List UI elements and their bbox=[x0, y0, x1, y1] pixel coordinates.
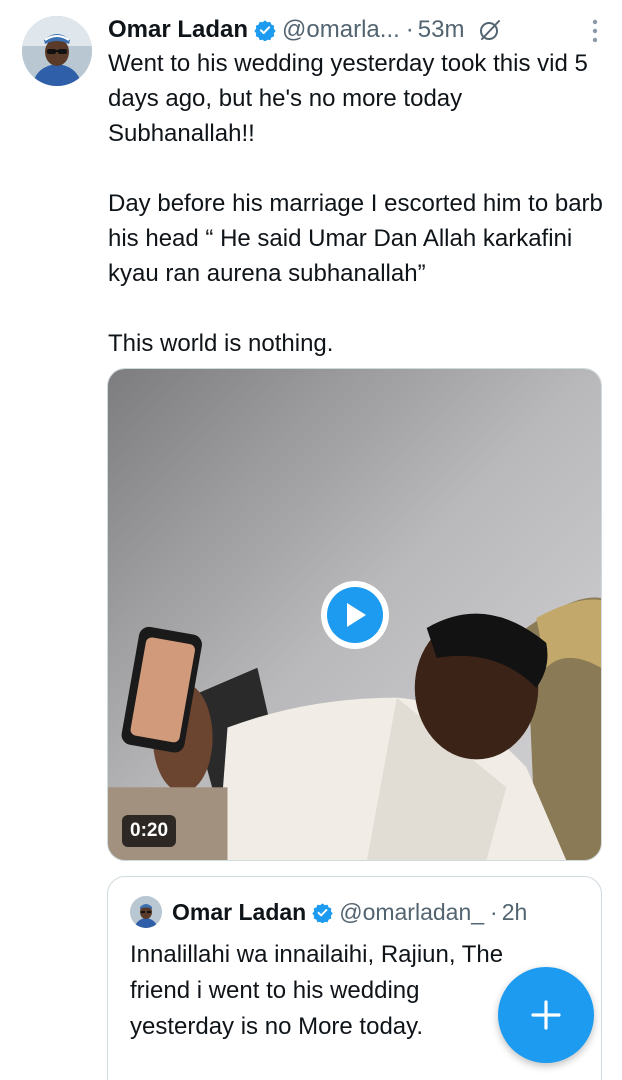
verified-badge-icon bbox=[254, 20, 276, 41]
quoted-tweet-header: Omar Ladan @omarladan_ · 2h bbox=[130, 895, 527, 929]
video-player[interactable]: 0:20 bbox=[107, 368, 602, 861]
tweet-text: Went to his wedding yesterday took this … bbox=[108, 50, 603, 357]
quoted-avatar bbox=[130, 896, 162, 928]
quoted-timestamp: 2h bbox=[501, 898, 528, 925]
tweet: Omar Ladan @omarla... · 53m Went to his … bbox=[0, 0, 622, 1080]
author-name[interactable]: Omar Ladan bbox=[108, 16, 248, 44]
author-handle[interactable]: @omarla... bbox=[282, 16, 400, 44]
verified-badge-icon bbox=[312, 902, 333, 923]
quoted-author-name: Omar Ladan bbox=[172, 898, 307, 925]
tweet-header: Omar Ladan @omarla... · 53m bbox=[108, 12, 602, 48]
avatar[interactable] bbox=[22, 16, 92, 86]
separator-dot: · bbox=[490, 898, 498, 925]
quoted-tweet-text: Innalillahi wa innailaihi, Rajiun, The f… bbox=[130, 941, 504, 1040]
timestamp[interactable]: 53m bbox=[418, 16, 465, 44]
play-icon bbox=[347, 603, 366, 627]
play-button[interactable] bbox=[321, 581, 389, 649]
quoted-author-handle: @omarladan_ bbox=[339, 898, 485, 925]
plus-icon bbox=[531, 1000, 561, 1030]
compose-button[interactable] bbox=[498, 967, 594, 1063]
separator-dot: · bbox=[405, 16, 414, 43]
grok-icon[interactable] bbox=[478, 18, 502, 42]
more-vertical-icon[interactable] bbox=[588, 18, 602, 44]
video-duration: 0:20 bbox=[122, 815, 177, 847]
